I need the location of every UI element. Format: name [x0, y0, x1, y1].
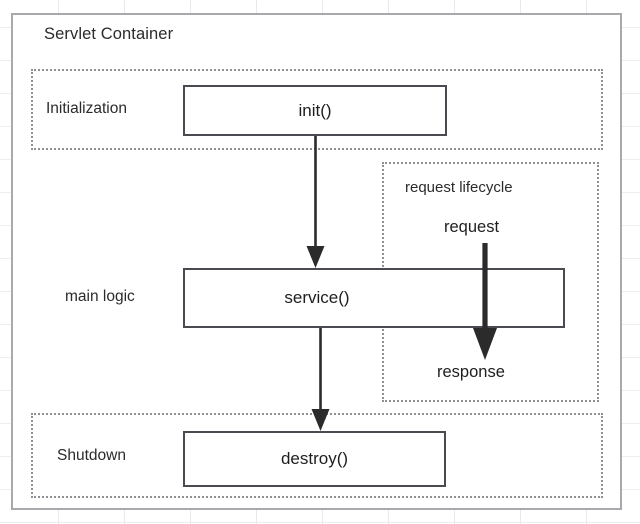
node-init[interactable]: init(): [183, 85, 447, 136]
diagram-canvas: Servlet Container Initialization main lo…: [0, 0, 640, 524]
region-label-request-lifecycle: request lifecycle: [405, 179, 513, 196]
node-service-label: service(): [284, 288, 350, 307]
node-init-label: init(): [298, 100, 332, 120]
flow-label-response: response: [437, 363, 505, 381]
region-label-main-logic: main logic: [65, 288, 135, 305]
node-destroy-label: destroy(): [280, 449, 349, 468]
node-destroy[interactable]: destroy(): [183, 431, 446, 487]
region-label-shutdown: Shutdown: [57, 447, 126, 464]
region-label-initialization: Initialization: [46, 100, 127, 117]
flow-label-request: request: [444, 218, 500, 236]
node-service[interactable]: service(): [183, 268, 565, 328]
servlet-container-title: Servlet Container: [44, 25, 174, 43]
